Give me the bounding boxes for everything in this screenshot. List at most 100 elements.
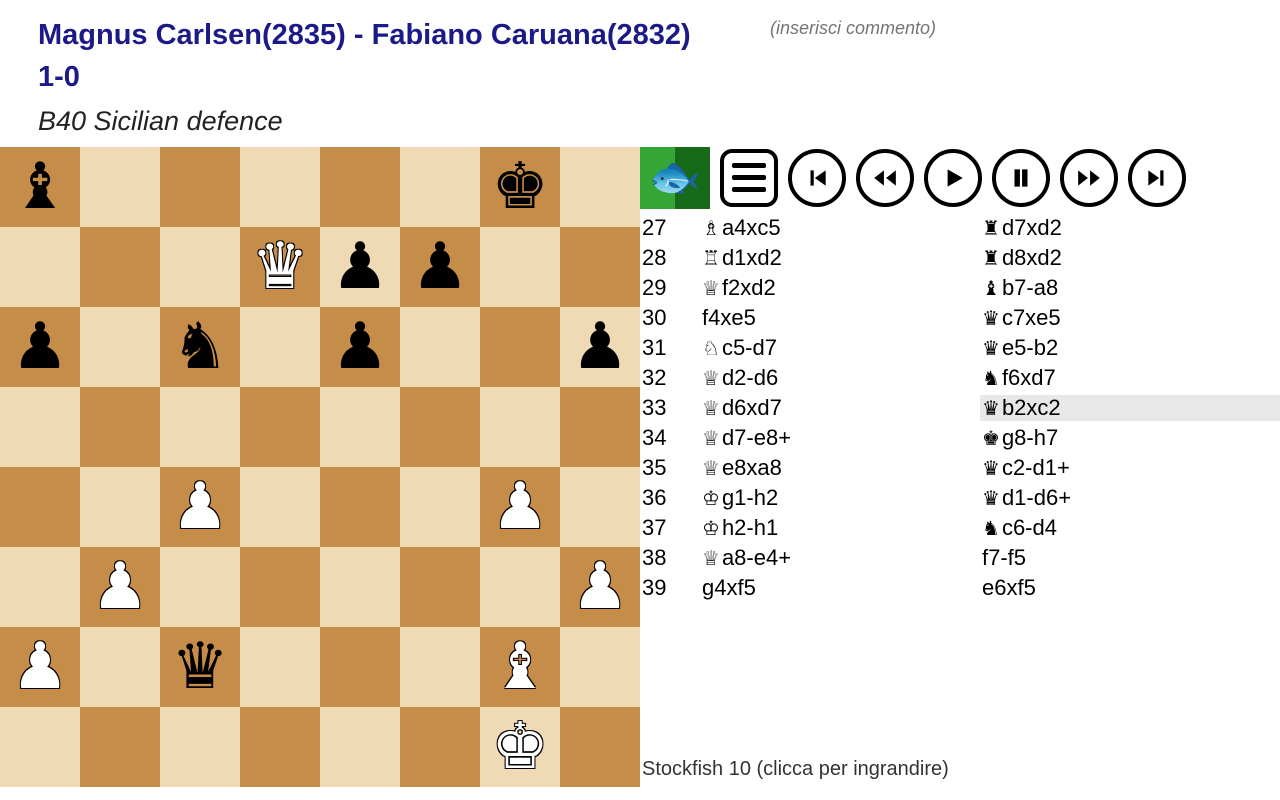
white-move[interactable]: ♕d2-d6 bbox=[700, 365, 980, 391]
square-a8[interactable]: ♝ bbox=[0, 147, 80, 227]
square-b6[interactable] bbox=[80, 307, 160, 387]
square-e2[interactable] bbox=[320, 627, 400, 707]
square-g5[interactable] bbox=[480, 387, 560, 467]
square-e4[interactable] bbox=[320, 467, 400, 547]
white-move[interactable]: ♔g1-h2 bbox=[700, 485, 980, 511]
square-b1[interactable] bbox=[80, 707, 160, 787]
black-move[interactable]: ♞c6-d4 bbox=[980, 515, 1280, 541]
square-a6[interactable]: ♟ bbox=[0, 307, 80, 387]
square-h1[interactable] bbox=[560, 707, 640, 787]
square-c7[interactable] bbox=[160, 227, 240, 307]
square-c1[interactable] bbox=[160, 707, 240, 787]
square-f1[interactable] bbox=[400, 707, 480, 787]
square-a4[interactable] bbox=[0, 467, 80, 547]
chess-board[interactable]: ♝♚♛♟♟♟♞♟♟♟♟♟♟♟♛♝♚ bbox=[0, 147, 640, 787]
square-g4[interactable]: ♟ bbox=[480, 467, 560, 547]
square-d4[interactable] bbox=[240, 467, 320, 547]
black-move[interactable]: ♛c7xe5 bbox=[980, 305, 1280, 331]
white-move[interactable]: ♕d6xd7 bbox=[700, 395, 980, 421]
white-move[interactable]: ♕e8xa8 bbox=[700, 455, 980, 481]
square-e8[interactable] bbox=[320, 147, 400, 227]
last-move-button[interactable] bbox=[1128, 149, 1186, 207]
square-d2[interactable] bbox=[240, 627, 320, 707]
engine-button[interactable]: 🐟 bbox=[640, 147, 710, 209]
move-list[interactable]: 27♗a4xc5♜d7xd228♖d1xd2♜d8xd229♕f2xd2♝b7-… bbox=[640, 213, 1280, 752]
menu-button[interactable] bbox=[720, 149, 778, 207]
square-h2[interactable] bbox=[560, 627, 640, 707]
prev-move-button[interactable] bbox=[856, 149, 914, 207]
white-move[interactable]: ♘c5-d7 bbox=[700, 335, 980, 361]
square-h8[interactable] bbox=[560, 147, 640, 227]
square-a7[interactable] bbox=[0, 227, 80, 307]
square-c5[interactable] bbox=[160, 387, 240, 467]
square-f7[interactable]: ♟ bbox=[400, 227, 480, 307]
black-move[interactable]: ♜d7xd2 bbox=[980, 215, 1280, 241]
square-f4[interactable] bbox=[400, 467, 480, 547]
black-move[interactable]: ♛b2xc2 bbox=[980, 395, 1280, 421]
square-c2[interactable]: ♛ bbox=[160, 627, 240, 707]
next-move-button[interactable] bbox=[1060, 149, 1118, 207]
square-g2[interactable]: ♝ bbox=[480, 627, 560, 707]
square-e1[interactable] bbox=[320, 707, 400, 787]
square-d6[interactable] bbox=[240, 307, 320, 387]
square-e6[interactable]: ♟ bbox=[320, 307, 400, 387]
square-g7[interactable] bbox=[480, 227, 560, 307]
square-d7[interactable]: ♛ bbox=[240, 227, 320, 307]
square-e3[interactable] bbox=[320, 547, 400, 627]
square-e5[interactable] bbox=[320, 387, 400, 467]
square-a1[interactable] bbox=[0, 707, 80, 787]
square-g1[interactable]: ♚ bbox=[480, 707, 560, 787]
square-f3[interactable] bbox=[400, 547, 480, 627]
black-move[interactable]: e6xf5 bbox=[980, 575, 1280, 601]
black-move[interactable]: ♛e5-b2 bbox=[980, 335, 1280, 361]
square-b3[interactable]: ♟ bbox=[80, 547, 160, 627]
black-move[interactable]: ♛d1-d6+ bbox=[980, 485, 1280, 511]
square-c3[interactable] bbox=[160, 547, 240, 627]
black-move[interactable]: ♚g8-h7 bbox=[980, 425, 1280, 451]
white-move[interactable]: ♕f2xd2 bbox=[700, 275, 980, 301]
play-button[interactable] bbox=[924, 149, 982, 207]
white-move[interactable]: ♔h2-h1 bbox=[700, 515, 980, 541]
square-b7[interactable] bbox=[80, 227, 160, 307]
square-b8[interactable] bbox=[80, 147, 160, 227]
black-move[interactable]: ♛c2-d1+ bbox=[980, 455, 1280, 481]
square-f2[interactable] bbox=[400, 627, 480, 707]
square-h3[interactable]: ♟ bbox=[560, 547, 640, 627]
square-f5[interactable] bbox=[400, 387, 480, 467]
white-move[interactable]: ♕a8-e4+ bbox=[700, 545, 980, 571]
engine-info[interactable]: Stockfish 10 (clicca per ingrandire) bbox=[640, 752, 1280, 787]
white-move[interactable]: ♕d7-e8+ bbox=[700, 425, 980, 451]
white-move[interactable]: ♗a4xc5 bbox=[700, 215, 980, 241]
black-move[interactable]: f7-f5 bbox=[980, 545, 1280, 571]
pause-button[interactable] bbox=[992, 149, 1050, 207]
comment-input[interactable] bbox=[770, 18, 1270, 39]
square-a2[interactable]: ♟ bbox=[0, 627, 80, 707]
white-move[interactable]: ♖d1xd2 bbox=[700, 245, 980, 271]
square-g8[interactable]: ♚ bbox=[480, 147, 560, 227]
square-a3[interactable] bbox=[0, 547, 80, 627]
square-g6[interactable] bbox=[480, 307, 560, 387]
square-h7[interactable] bbox=[560, 227, 640, 307]
square-c6[interactable]: ♞ bbox=[160, 307, 240, 387]
white-move[interactable]: g4xf5 bbox=[700, 575, 980, 601]
square-c4[interactable]: ♟ bbox=[160, 467, 240, 547]
square-d8[interactable] bbox=[240, 147, 320, 227]
square-f8[interactable] bbox=[400, 147, 480, 227]
square-d3[interactable] bbox=[240, 547, 320, 627]
square-h5[interactable] bbox=[560, 387, 640, 467]
white-move[interactable]: f4xe5 bbox=[700, 305, 980, 331]
square-f6[interactable] bbox=[400, 307, 480, 387]
square-g3[interactable] bbox=[480, 547, 560, 627]
black-move[interactable]: ♞f6xd7 bbox=[980, 365, 1280, 391]
square-e7[interactable]: ♟ bbox=[320, 227, 400, 307]
black-move[interactable]: ♝b7-a8 bbox=[980, 275, 1280, 301]
square-b4[interactable] bbox=[80, 467, 160, 547]
square-d1[interactable] bbox=[240, 707, 320, 787]
black-move[interactable]: ♜d8xd2 bbox=[980, 245, 1280, 271]
square-b2[interactable] bbox=[80, 627, 160, 707]
square-h4[interactable] bbox=[560, 467, 640, 547]
square-a5[interactable] bbox=[0, 387, 80, 467]
square-b5[interactable] bbox=[80, 387, 160, 467]
square-h6[interactable]: ♟ bbox=[560, 307, 640, 387]
square-c8[interactable] bbox=[160, 147, 240, 227]
